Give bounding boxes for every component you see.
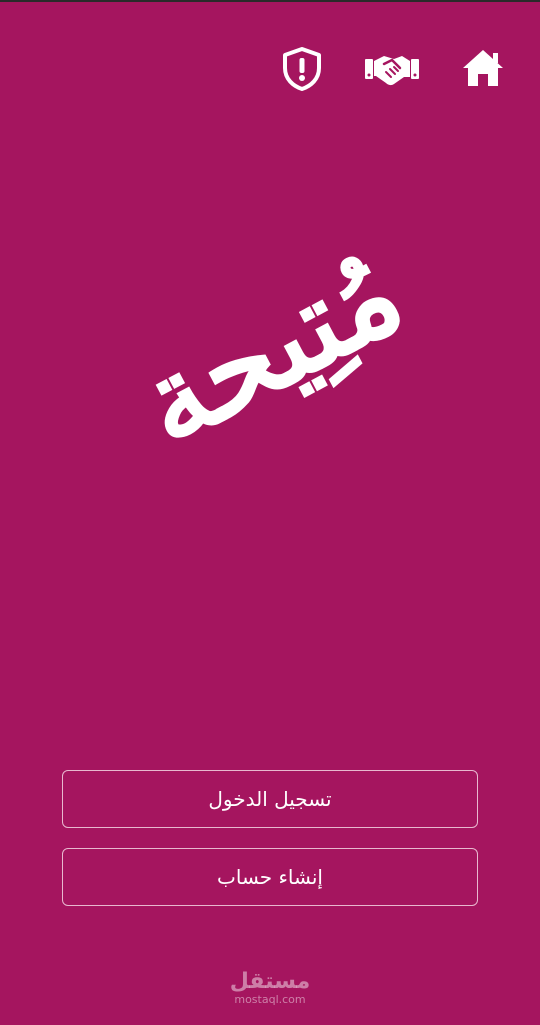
welcome-screen: مُتِيحة تسجيل الدخول إنشاء حساب مستقل mo… — [0, 0, 540, 1025]
handshake-icon[interactable] — [364, 46, 419, 92]
login-button[interactable]: تسجيل الدخول — [62, 770, 478, 828]
watermark-arabic: مستقل — [229, 969, 311, 994]
watermark: مستقل mostaql.com — [220, 970, 320, 1010]
shield-alert-icon[interactable] — [279, 46, 325, 92]
logo-text: مُتِيحة — [116, 221, 424, 473]
app-logo: مُتِيحة — [116, 182, 423, 512]
register-button[interactable]: إنشاء حساب — [62, 848, 478, 906]
watermark-latin: mostaql.com — [234, 993, 306, 1006]
top-icon-bar — [0, 46, 540, 92]
home-icon[interactable] — [460, 46, 506, 92]
